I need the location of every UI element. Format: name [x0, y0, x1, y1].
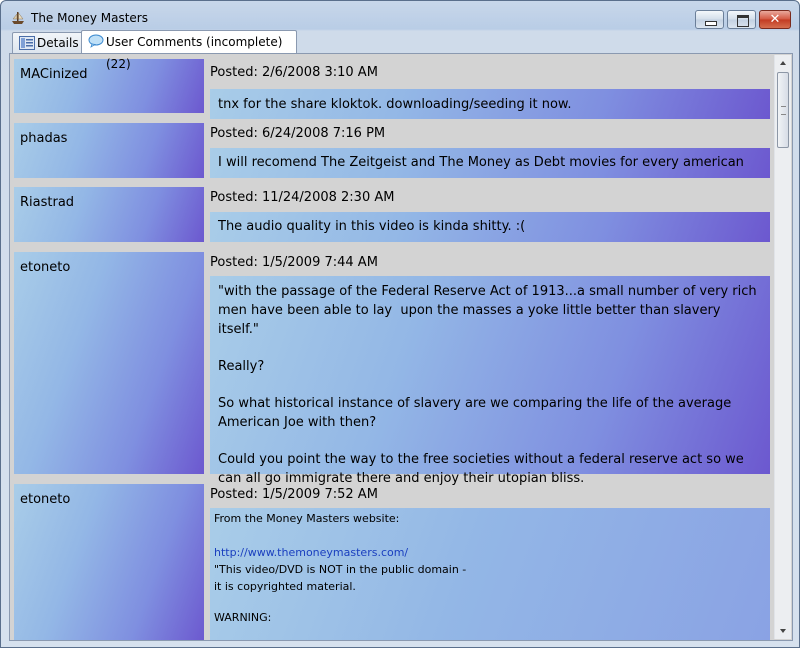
comment-text-line: tnx for the share kloktok. downloading/s…: [218, 97, 572, 112]
comment-text: I will recomend The Zeitgeist and The Mo…: [210, 148, 770, 178]
comment-author: etoneto: [14, 252, 204, 474]
scrollbar-thumb[interactable]: [777, 72, 789, 148]
comment-text-line: So what historical instance of slavery a…: [218, 396, 736, 430]
comment-item: phadas Posted: 6/24/2008 7:16 PM I will …: [14, 123, 770, 178]
comment-posted-date: Posted: 1/5/2009 7:44 AM: [210, 255, 378, 270]
speech-bubble-icon: [88, 34, 104, 48]
details-icon: [19, 36, 35, 50]
app-window: The Money Masters ✕ Details User Comment…: [0, 0, 800, 648]
comment-text-line: Really?: [218, 359, 265, 374]
comment-text: tnx for the share kloktok. downloading/s…: [210, 89, 770, 119]
comment-text: "with the passage of the Federal Reserve…: [210, 276, 770, 486]
tab-details[interactable]: Details: [12, 32, 84, 53]
comment-text: From the Money Masters website: http://w…: [210, 508, 770, 640]
close-icon: ✕: [769, 12, 781, 27]
tab-user-comments[interactable]: User Comments (incomplete) (22): [81, 30, 297, 71]
comment-text-line: I will recomend The Zeitgeist and The Mo…: [218, 155, 744, 170]
comment-text-line: Could you point the way to the free soci…: [218, 452, 748, 486]
comment-item: Riastrad Posted: 11/24/2008 2:30 AM The …: [14, 187, 770, 242]
comment-text-line: From the Money Masters website:: [214, 512, 400, 525]
title-bar[interactable]: The Money Masters ✕: [1, 1, 799, 31]
arrow-up-icon: [780, 61, 786, 65]
comment-text-line: The audio quality in this video is kinda…: [218, 219, 526, 234]
comment-posted-date: Posted: 6/24/2008 7:16 PM: [210, 126, 386, 141]
ship-icon: [12, 12, 24, 24]
scroll-down-button[interactable]: [775, 623, 791, 639]
maximize-button[interactable]: [727, 10, 756, 29]
arrow-down-icon: [780, 629, 786, 633]
scroll-up-button[interactable]: [775, 55, 791, 71]
comment-author: phadas: [14, 123, 204, 178]
comment-text-line: "This video/DVD is NOT in the public dom…: [214, 563, 467, 576]
comment-text-line: it is copyrighted material.: [214, 580, 356, 593]
comment-author: etoneto: [14, 484, 204, 640]
vertical-scrollbar[interactable]: [774, 55, 791, 639]
comment-text-line: "with the passage of the Federal Reserve…: [218, 284, 761, 337]
comment-text-line: WARNING:: [214, 611, 272, 624]
comment-text-line: [214, 527, 766, 544]
comment-posted-date: Posted: 1/5/2009 7:52 AM: [210, 487, 378, 502]
comment-text-line: [214, 595, 766, 609]
comment-item: etoneto Posted: 1/5/2009 7:44 AM "with t…: [14, 252, 770, 486]
comments-list[interactable]: MACinized Posted: 2/6/2008 3:10 AM tnx f…: [9, 53, 793, 641]
minimize-button[interactable]: [695, 10, 724, 29]
close-button[interactable]: ✕: [759, 10, 791, 29]
comment-author: Riastrad: [14, 187, 204, 242]
comment-text: The audio quality in this video is kinda…: [210, 212, 770, 242]
window-title: The Money Masters: [31, 11, 148, 25]
tab-strip: Details User Comments (incomplete) (22): [9, 30, 793, 71]
comment-item: etoneto Posted: 1/5/2009 7:52 AM From th…: [14, 484, 770, 640]
tab-details-label: Details: [37, 36, 79, 50]
comment-posted-date: Posted: 11/24/2008 2:30 AM: [210, 190, 395, 205]
website-link[interactable]: http://www.themoneymasters.com/: [214, 544, 766, 561]
comment-posted-date: Posted: 2/6/2008 3:10 AM: [210, 65, 378, 80]
